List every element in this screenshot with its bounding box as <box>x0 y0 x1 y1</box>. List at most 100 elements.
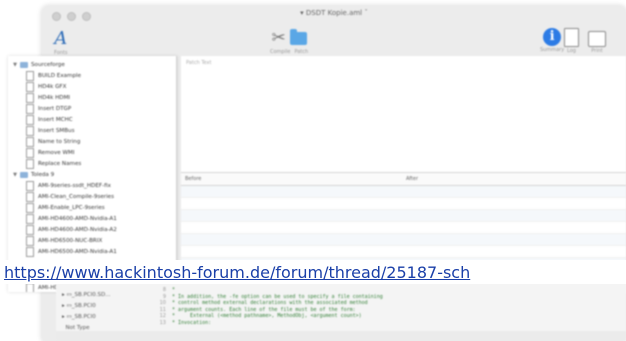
file-icon <box>26 114 34 125</box>
sidebar-item-label: AMI-HD6500-NUC-BRIX <box>38 237 103 244</box>
log-button[interactable]: Log <box>564 28 579 54</box>
window-title[interactable]: ▾ DSDT Kopie.aml ˇ <box>42 9 626 17</box>
sidebar-item[interactable]: BUILD Example <box>26 70 81 81</box>
list-item-label: _SB.PCI0.SD... <box>71 291 111 298</box>
log-document-icon <box>564 28 579 47</box>
compile-label: Compile <box>270 49 291 55</box>
sidebar-item[interactable]: AMI-Enable_LPC-9series <box>26 202 105 213</box>
sidebar-item-label: AMI-HD6500-AMD-Nvidia-A1 <box>38 248 117 255</box>
table-row[interactable] <box>181 186 626 198</box>
file-icon <box>26 158 34 169</box>
table-row[interactable] <box>181 222 626 234</box>
info-icon: i <box>543 28 562 46</box>
code-line: * Invocation: <box>172 319 212 326</box>
file-icon <box>26 202 34 213</box>
sidebar-item-label: BUILD Example <box>38 72 82 79</box>
table-row[interactable] <box>181 234 626 246</box>
sidebar-item[interactable]: AMI-HD4600-AMD-Nvidia-A2 <box>26 224 117 235</box>
sidebar-item[interactable]: AMI-HD4600-AMD-Nvidia-A1 <box>26 213 117 224</box>
sidebar-item-label: Name to String <box>38 138 81 145</box>
folder-icon[interactable] <box>289 28 307 45</box>
patch-text-placeholder[interactable]: Patch Text <box>186 60 211 66</box>
list-item-label: Not Type <box>65 324 90 331</box>
summary-button[interactable]: i Summary <box>540 28 564 53</box>
sidebar-item[interactable]: HD4k GFX <box>26 81 66 92</box>
file-icon <box>26 125 34 136</box>
table-row[interactable] <box>181 198 626 210</box>
fonts-button[interactable]: A Fonts <box>54 28 68 56</box>
file-icon <box>26 213 34 224</box>
sidebar-item[interactable]: HD4k HDMI <box>26 92 70 103</box>
sidebar-item[interactable]: Replace Names <box>26 158 81 169</box>
sidebar-item-label: HD4k GFX <box>38 83 67 90</box>
patch-sidebar[interactable]: ▼ Sourceforge BUILD Example HD4k GFX HD4… <box>8 56 177 292</box>
sidebar-group-label: Sourceforge <box>31 61 65 68</box>
file-icon <box>26 136 34 147</box>
compile-patch-group: ✂ Compile Patch <box>270 28 308 55</box>
sidebar-group-label: Toleda 9 <box>31 171 55 178</box>
list-item[interactable]: ▸ ▭ _SB.PCI0 <box>56 300 152 311</box>
sidebar-item[interactable]: Insert MCHC <box>26 114 73 125</box>
list-item-label: _SB.PCI0 <box>71 302 96 309</box>
sidebar-item-label: Replace Names <box>38 160 82 167</box>
table-header: Before After <box>181 172 626 186</box>
file-icon <box>26 81 34 92</box>
link-banner: https://www.hackintosh-forum.de/forum/th… <box>0 260 626 284</box>
table-row[interactable] <box>181 246 626 258</box>
log-label: Log <box>567 48 576 54</box>
file-icon <box>26 235 34 246</box>
code-line: * control method external declarations w… <box>172 300 368 306</box>
forum-link[interactable]: https://www.hackintosh-forum.de/forum/th… <box>4 263 470 282</box>
status-strip <box>56 331 626 341</box>
table-row[interactable] <box>181 210 626 222</box>
patch-pane: Patch Text Before After <box>181 56 626 294</box>
title-bar: ▾ DSDT Kopie.aml ˇ <box>42 6 626 24</box>
code-line: * External (<method pathname>, MethodObj… <box>172 313 362 319</box>
list-item[interactable]: ▸ ▭ _SB.PCI0 <box>56 311 152 322</box>
patch-label: Patch <box>294 49 309 55</box>
file-icon <box>26 147 34 158</box>
sidebar-item-label: Insert SMBus <box>38 127 75 134</box>
tools-icon[interactable]: ✂ <box>271 28 285 48</box>
file-icon <box>26 246 34 257</box>
file-icon <box>26 191 34 202</box>
file-icon <box>26 92 34 103</box>
device-tree-list[interactable]: ▸ ▭ _SB.PCI0.SD... ▸ ▭ _SB.PCI0 ▸ ▭ _SB.… <box>56 289 152 333</box>
file-icon <box>26 103 34 114</box>
font-icon: A <box>54 28 68 49</box>
sidebar-item-label: Insert DTGP <box>38 105 72 112</box>
sidebar-item[interactable]: Insert SMBus <box>26 125 75 136</box>
list-item[interactable]: ▸ ▭ _SB.PCI0.SD... <box>56 289 152 300</box>
disclosure-triangle-icon[interactable]: ▼ <box>12 172 18 178</box>
summary-label: Summary <box>540 47 565 53</box>
sidebar-item[interactable]: AMI-9series-ssdt_HDEF-fix <box>26 180 111 191</box>
sidebar-item[interactable]: AMI-HD6500-NUC-BRIX <box>26 235 102 246</box>
printer-icon <box>588 31 606 47</box>
source-code[interactable]: * * In addition, the -fe option can be us… <box>172 287 383 326</box>
sidebar-item-label: AMI-Enable_LPC-9series <box>38 204 105 211</box>
sidebar-item[interactable]: Name to String <box>26 136 80 147</box>
sidebar-group-toleda[interactable]: ▼ Toleda 9 <box>12 169 54 180</box>
sidebar-item-label: AMI-HD4600-AMD-Nvidia-A1 <box>38 215 117 222</box>
print-button[interactable]: Print <box>588 28 606 54</box>
toolbar: A Fonts ✂ Compile Patch i Summary Log Pr… <box>42 24 626 60</box>
sidebar-item-label: Insert MCHC <box>38 116 73 123</box>
sidebar-item[interactable]: AMI-HD6500-AMD-Nvidia-A1 <box>26 246 117 257</box>
sidebar-item-label: AMI-9series-ssdt_HDEF-fix <box>38 182 111 189</box>
sidebar-item-label: HD4k HDMI <box>38 94 71 101</box>
sidebar-item-label: AMI-Clean_Compile-9series <box>38 193 115 200</box>
file-icon <box>26 70 34 81</box>
column-header-after[interactable]: After <box>406 176 418 182</box>
disclosure-triangle-icon[interactable]: ▼ <box>12 62 18 68</box>
file-icon <box>26 180 34 191</box>
code-editor-area: ▸ ▭ _SB.PCI0.SD... ▸ ▭ _SB.PCI0 ▸ ▭ _SB.… <box>56 283 626 341</box>
print-label: Print <box>591 48 603 54</box>
folder-icon <box>20 171 28 178</box>
folder-icon <box>20 61 28 68</box>
sidebar-item[interactable]: Insert DTGP <box>26 103 71 114</box>
sidebar-group-sourceforge[interactable]: ▼ Sourceforge <box>12 59 65 70</box>
sidebar-item-label: Remove WMI <box>38 149 75 156</box>
sidebar-item[interactable]: Remove WMI <box>26 147 75 158</box>
sidebar-item[interactable]: AMI-Clean_Compile-9series <box>26 191 114 202</box>
column-header-before[interactable]: Before <box>185 176 201 182</box>
